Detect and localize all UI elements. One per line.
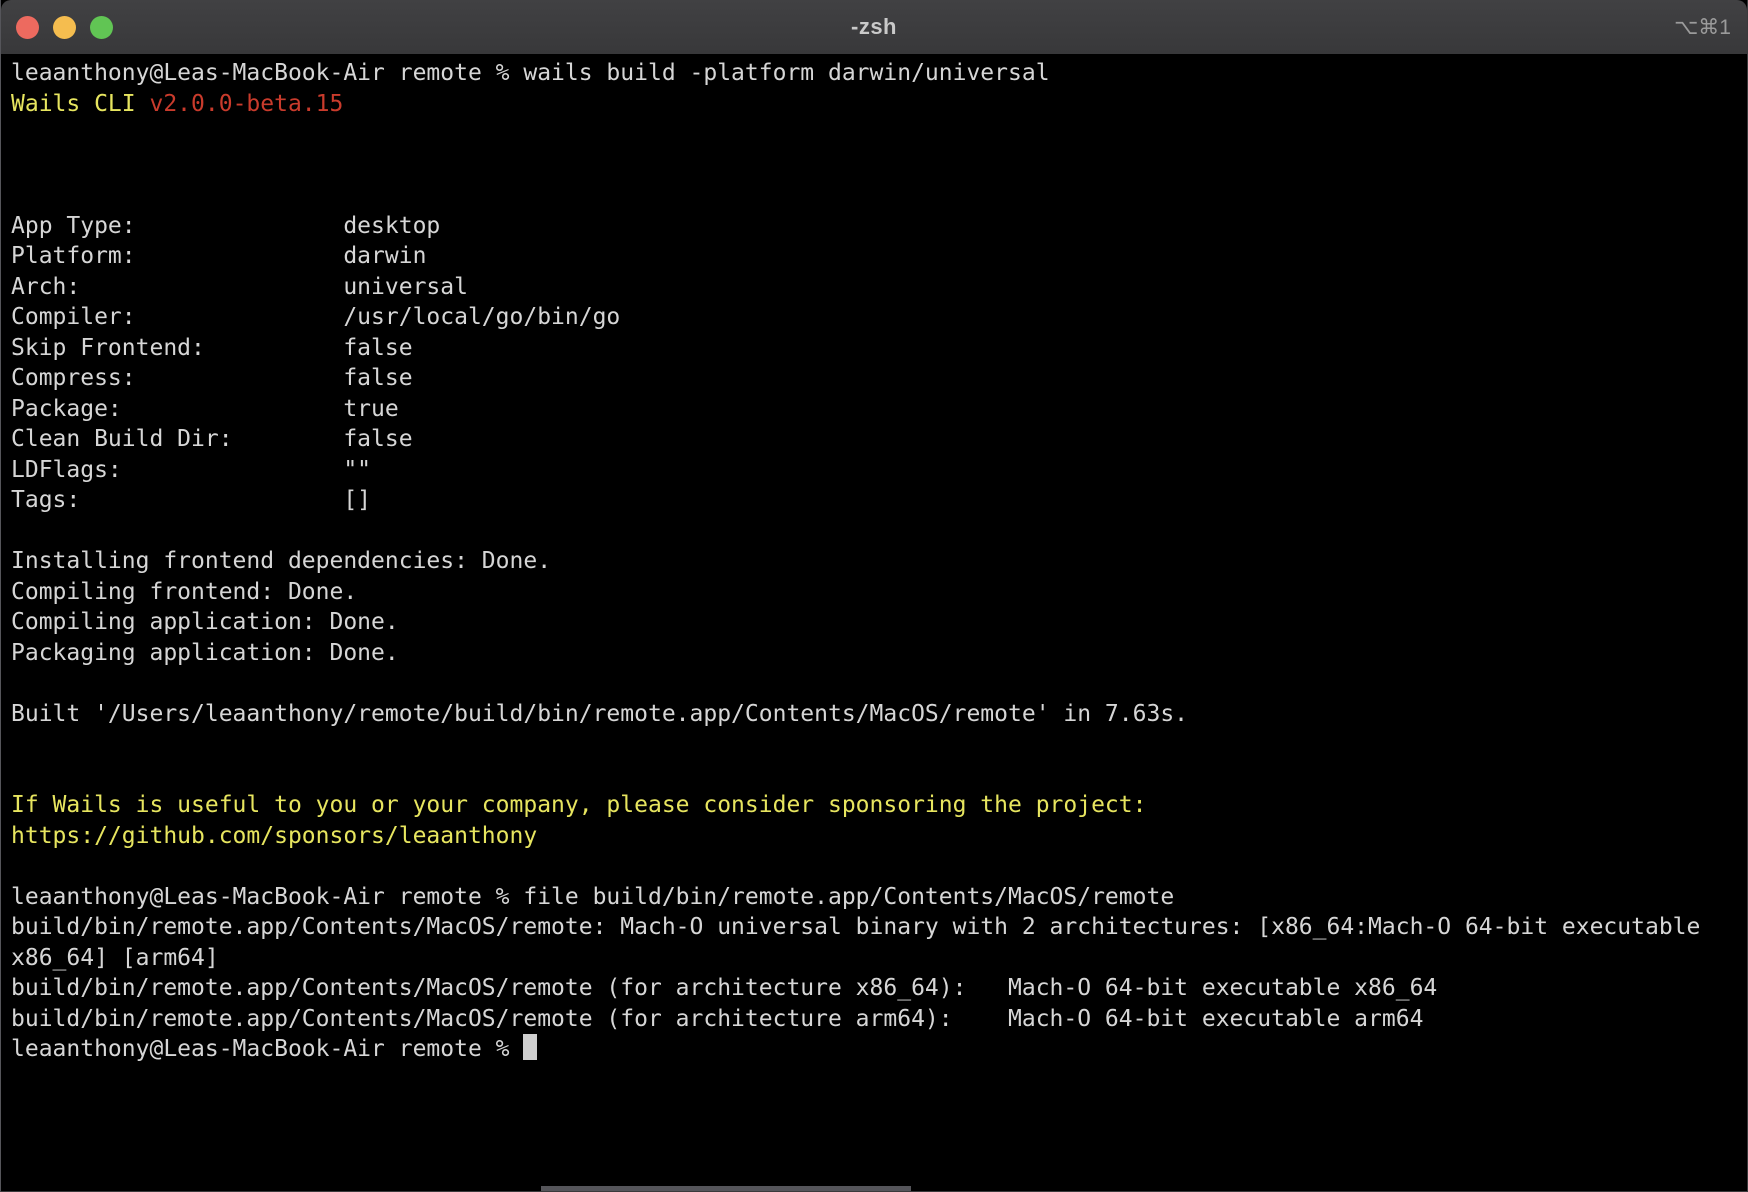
terminal-line: Clean Build Dir: false: [11, 424, 1747, 455]
terminal-text: LDFlags: "": [11, 457, 371, 483]
terminal-content[interactable]: leaanthony@Leas-MacBook-Air remote % wai…: [1, 55, 1747, 1191]
window-title: -zsh: [1, 14, 1747, 40]
terminal-line: [11, 180, 1747, 211]
terminal-text: leaanthony@Leas-MacBook-Air remote %: [11, 1036, 523, 1062]
terminal-text: Arch: universal: [11, 274, 468, 300]
background-window-sliver: [541, 1186, 911, 1191]
terminal-line: Compiling application: Done.: [11, 607, 1747, 638]
terminal-text: Wails CLI: [11, 91, 149, 117]
terminal-text: build/bin/remote.app/Contents/MacOS/remo…: [11, 975, 1437, 1001]
terminal-text: Compiler: /usr/local/go/bin/go: [11, 304, 620, 330]
terminal-line: If Wails is useful to you or your compan…: [11, 790, 1747, 821]
terminal-line: Wails CLI v2.0.0-beta.15: [11, 89, 1747, 120]
terminal-line: [11, 668, 1747, 699]
terminal-text: v2.0.0-beta.15: [149, 91, 343, 117]
terminal-line: Compress: false: [11, 363, 1747, 394]
terminal-line: Compiling frontend: Done.: [11, 577, 1747, 608]
terminal-window: -zsh ⌥⌘1 leaanthony@Leas-MacBook-Air rem…: [0, 0, 1748, 1192]
terminal-text: Built '/Users/leaanthony/remote/build/bi…: [11, 701, 1188, 727]
terminal-text: Tags: []: [11, 487, 371, 513]
tab-shortcut-badge: ⌥⌘1: [1674, 0, 1731, 55]
terminal-text: Installing frontend dependencies: Done.: [11, 548, 551, 574]
terminal-line: [11, 760, 1747, 791]
terminal-text: Compiling application: Done.: [11, 609, 399, 635]
terminal-line: build/bin/remote.app/Contents/MacOS/remo…: [11, 1004, 1747, 1035]
terminal-line: Arch: universal: [11, 272, 1747, 303]
terminal-line: [11, 851, 1747, 882]
zoom-button[interactable]: [90, 16, 113, 39]
terminal-line: [11, 150, 1747, 181]
terminal-text: Platform: darwin: [11, 243, 426, 269]
terminal-line: x86_64] [arm64]: [11, 943, 1747, 974]
close-button[interactable]: [16, 16, 39, 39]
terminal-line: Compiler: /usr/local/go/bin/go: [11, 302, 1747, 333]
terminal-text: https://github.com/sponsors/leaanthony: [11, 823, 537, 849]
terminal-text: leaanthony@Leas-MacBook-Air remote % fil…: [11, 884, 1174, 910]
terminal-line: Installing frontend dependencies: Done.: [11, 546, 1747, 577]
terminal-text: Packaging application: Done.: [11, 640, 399, 666]
terminal-line: Skip Frontend: false: [11, 333, 1747, 364]
terminal-line: Built '/Users/leaanthony/remote/build/bi…: [11, 699, 1747, 730]
terminal-line: https://github.com/sponsors/leaanthony: [11, 821, 1747, 852]
minimize-button[interactable]: [53, 16, 76, 39]
terminal-line: Packaging application: Done.: [11, 638, 1747, 669]
terminal-text: x86_64] [arm64]: [11, 945, 219, 971]
terminal-line: [11, 729, 1747, 760]
terminal-line: build/bin/remote.app/Contents/MacOS/remo…: [11, 973, 1747, 1004]
terminal-text: Skip Frontend: false: [11, 335, 413, 361]
terminal-text: leaanthony@Leas-MacBook-Air remote % wai…: [11, 60, 1050, 86]
terminal-text: Clean Build Dir: false: [11, 426, 413, 452]
terminal-line: leaanthony@Leas-MacBook-Air remote % wai…: [11, 58, 1747, 89]
terminal-text: build/bin/remote.app/Contents/MacOS/remo…: [11, 914, 1714, 940]
terminal-line: [11, 119, 1747, 150]
terminal-cursor: [523, 1034, 537, 1060]
terminal-text: Package: true: [11, 396, 399, 422]
terminal-line: LDFlags: "": [11, 455, 1747, 486]
terminal-line: Platform: darwin: [11, 241, 1747, 272]
traffic-lights: [16, 0, 113, 55]
terminal-line: Package: true: [11, 394, 1747, 425]
terminal-text: Compiling frontend: Done.: [11, 579, 357, 605]
terminal-text: build/bin/remote.app/Contents/MacOS/remo…: [11, 1006, 1423, 1032]
terminal-text: If Wails is useful to you or your compan…: [11, 792, 1146, 818]
terminal-line: build/bin/remote.app/Contents/MacOS/remo…: [11, 912, 1747, 943]
terminal-text: App Type: desktop: [11, 213, 440, 239]
terminal-line: leaanthony@Leas-MacBook-Air remote % fil…: [11, 882, 1747, 913]
terminal-line: [11, 516, 1747, 547]
terminal-text: Compress: false: [11, 365, 413, 391]
titlebar[interactable]: -zsh ⌥⌘1: [1, 0, 1747, 55]
terminal-line: App Type: desktop: [11, 211, 1747, 242]
terminal-line: leaanthony@Leas-MacBook-Air remote %: [11, 1034, 1747, 1065]
terminal-line: Tags: []: [11, 485, 1747, 516]
